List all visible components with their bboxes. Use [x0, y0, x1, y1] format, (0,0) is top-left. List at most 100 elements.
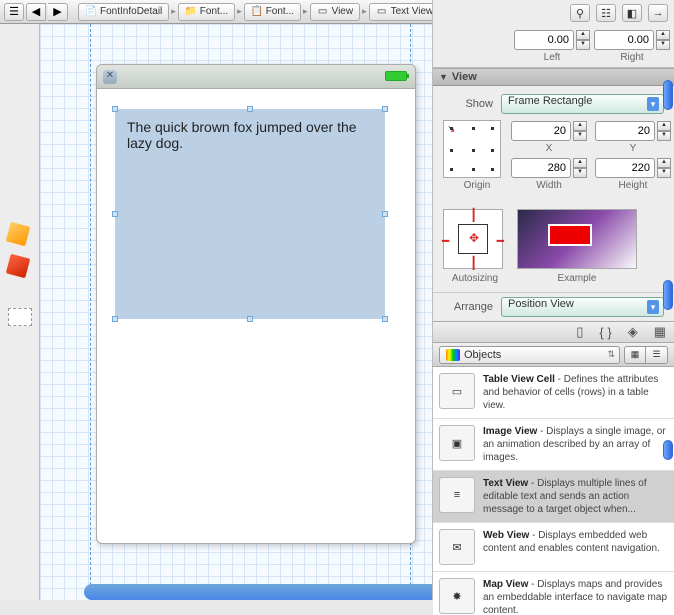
resize-handle[interactable]: [382, 211, 388, 217]
web-icon: ✉: [439, 529, 475, 565]
resize-handle[interactable]: [382, 106, 388, 112]
text-icon: ≡: [439, 477, 475, 513]
scroll-thumb[interactable]: [663, 440, 673, 460]
disclosure-triangle-icon: ▼: [439, 72, 448, 82]
stepper[interactable]: ▲▼: [656, 30, 670, 50]
film-icon[interactable]: ▦: [654, 324, 666, 340]
resize-handle[interactable]: [247, 106, 253, 112]
example-preview: [517, 209, 637, 269]
resize-handle[interactable]: [112, 106, 118, 112]
scroll-thumb[interactable]: [663, 280, 673, 310]
list-view-button[interactable]: ☰: [646, 346, 668, 364]
x-field[interactable]: [511, 121, 571, 141]
chevron-right-icon: ▸: [362, 6, 367, 17]
width-field[interactable]: [511, 158, 571, 178]
resize-handle[interactable]: [247, 316, 253, 322]
inspector-top-tools: ⚲ ☷ ◧ →: [433, 0, 674, 26]
braces-icon[interactable]: { }: [599, 325, 611, 340]
nav-back-button[interactable]: ◀: [26, 3, 46, 21]
action-icon[interactable]: →: [648, 4, 668, 22]
autosizing-label: Autosizing: [443, 273, 507, 284]
battery-icon: [385, 71, 407, 81]
resize-handle[interactable]: [382, 316, 388, 322]
align-icon[interactable]: ☷: [596, 4, 616, 22]
autosize-block: ┃ ━ ━ ┃ ✥ Autosizing Example: [433, 205, 674, 292]
stepper[interactable]: ▲▼: [576, 30, 590, 50]
text-view-selected[interactable]: The quick brown fox jumped over the lazy…: [115, 109, 385, 319]
arrange-select[interactable]: Position View: [501, 297, 664, 317]
document-icon[interactable]: ▯: [576, 324, 583, 340]
canvas-area[interactable]: ✕ The quick brown fox jumped over the la…: [40, 24, 432, 600]
stepper[interactable]: ▲▼: [657, 121, 671, 141]
library-list[interactable]: ▭Table View Cell - Defines the attribute…: [433, 367, 674, 615]
chevron-right-icon: ▸: [171, 6, 176, 17]
image-icon: ▣: [439, 425, 475, 461]
breadcrumb-item[interactable]: 📄FontInfoDetail: [78, 3, 169, 21]
grid-view-button[interactable]: ▦: [624, 346, 646, 364]
library-item[interactable]: ✸Map View - Displays maps and provides a…: [433, 572, 674, 615]
left-margin-field[interactable]: [514, 30, 574, 50]
arrange-label: Arrange: [443, 301, 493, 313]
nav-arrows: ◀ ▶: [26, 3, 70, 21]
cube-red-icon[interactable]: [8, 256, 32, 280]
arrange-row: Arrange Position View: [433, 292, 674, 321]
search-icon[interactable]: ⚲: [570, 4, 590, 22]
stepper[interactable]: ▲▼: [573, 121, 587, 141]
breadcrumb-item[interactable]: 📁Font...: [178, 3, 235, 21]
mini-toolbar: ▯ { } ◈ ▦: [433, 321, 674, 343]
chevron-right-icon: ▸: [237, 6, 242, 17]
stepper[interactable]: ▲▼: [657, 158, 671, 178]
library-item[interactable]: ▭Table View Cell - Defines the attribute…: [433, 367, 674, 419]
nib-icon: 📄: [85, 6, 97, 18]
library-item[interactable]: ≡Text View - Displays multiple lines of …: [433, 471, 674, 523]
library-select[interactable]: Objects: [439, 346, 620, 364]
view-section-header[interactable]: ▼ View: [433, 68, 674, 86]
cube-icon[interactable]: ◈: [628, 324, 638, 340]
stepper[interactable]: ▲▼: [573, 158, 587, 178]
map-icon: ✸: [439, 578, 475, 614]
breadcrumb: 📄FontInfoDetail ▸ 📁Font... ▸ 📋Font... ▸ …: [78, 3, 440, 21]
library-item[interactable]: ▣Image View - Displays a single image, o…: [433, 419, 674, 471]
view-section: Show Frame Rectangle ↘ Origin ▲▼X ▲▼Y ▲▼…: [433, 86, 674, 205]
device-navbar: ✕: [97, 65, 415, 89]
autosizing-control[interactable]: ┃ ━ ━ ┃ ✥: [443, 209, 503, 269]
text-content: The quick brown fox jumped over the lazy…: [115, 109, 385, 161]
bookshelf-icon[interactable]: ☰: [4, 3, 24, 21]
field-label: Right: [620, 52, 643, 63]
folder-icon: 📁: [185, 6, 197, 18]
resize-handle[interactable]: [112, 316, 118, 322]
view-icon: ▭: [317, 6, 329, 18]
nav-fwd-button[interactable]: ▶: [48, 3, 68, 21]
device-frame[interactable]: ✕ The quick brown fox jumped over the la…: [96, 64, 416, 544]
close-icon[interactable]: ✕: [103, 70, 117, 84]
segment-icon[interactable]: ◧: [622, 4, 642, 22]
cell-icon: ▭: [439, 373, 475, 409]
view-icon: ▭: [376, 6, 388, 18]
library-item-text: Table View Cell - Defines the attributes…: [483, 373, 668, 412]
library-item-text: Text View - Displays multiple lines of e…: [483, 477, 668, 516]
origin-picker[interactable]: ↘: [443, 120, 501, 178]
resize-handle[interactable]: [112, 211, 118, 217]
library-header: Objects ▦ ☰: [433, 343, 674, 367]
breadcrumb-item[interactable]: ▭View: [310, 3, 361, 21]
scroll-thumb[interactable]: [663, 80, 673, 110]
breadcrumb-item[interactable]: 📋Font...: [244, 3, 301, 21]
horizontal-scrollbar[interactable]: [84, 584, 432, 600]
cube-yellow-icon[interactable]: [8, 224, 32, 248]
field-label: Left: [544, 52, 561, 63]
margin-controls: ▲▼ Left ▲▼ Right: [433, 26, 674, 68]
example-rect: [548, 224, 592, 246]
guide-line: [90, 24, 91, 600]
breadcrumb-item[interactable]: ▭Text View: [369, 3, 441, 21]
right-margin-field[interactable]: [594, 30, 654, 50]
left-sidebar: [0, 24, 40, 600]
y-field[interactable]: [595, 121, 655, 141]
library-item-text: Image View - Displays a single image, or…: [483, 425, 668, 464]
example-label: Example: [517, 273, 637, 284]
show-label: Show: [443, 98, 493, 110]
height-field[interactable]: [595, 158, 655, 178]
library-item-text: Map View - Displays maps and provides an…: [483, 578, 668, 615]
selection-tool-icon[interactable]: [8, 308, 32, 326]
show-select[interactable]: Frame Rectangle: [501, 94, 664, 114]
library-item[interactable]: ✉Web View - Displays embedded web conten…: [433, 523, 674, 572]
